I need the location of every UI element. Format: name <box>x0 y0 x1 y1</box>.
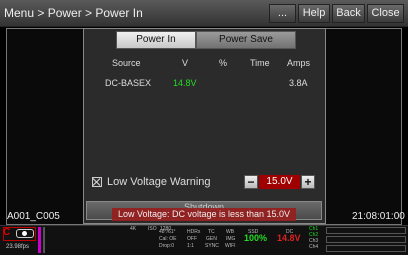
status-cal: Cal: OE <box>159 236 177 242</box>
column-header-percent: % <box>219 58 228 68</box>
column-header-source: Source <box>112 58 141 68</box>
back-button[interactable]: Back <box>332 4 365 23</box>
audio-meter-secondary <box>43 227 45 253</box>
audio-bar-3 <box>326 245 406 252</box>
help-button[interactable]: Help <box>298 4 330 23</box>
fps-readout: 23.98fps <box>6 244 30 250</box>
row-volts: 14.8V <box>173 78 197 88</box>
ssd-percent: 100% <box>244 233 268 243</box>
status-ratio: 1:1 <box>187 243 194 249</box>
status-lens: 48°/61° <box>159 229 176 235</box>
status-4k: 4K <box>130 226 137 232</box>
more-button[interactable]: ... <box>269 4 296 23</box>
tab-power-save[interactable]: Power Save <box>196 31 296 49</box>
column-header-volts: V <box>182 58 189 68</box>
power-tabs: Power In Power Save <box>116 31 296 49</box>
camera-logo-icon: C <box>3 227 11 238</box>
decrement-button[interactable]: − <box>244 175 258 189</box>
audio-bar-1 <box>326 227 406 234</box>
status-drop: Drop:0 <box>159 243 175 249</box>
status-img: IMG <box>226 236 236 242</box>
audio-bar-2 <box>326 236 406 243</box>
low-voltage-value: 15.0V <box>259 175 300 189</box>
status-tc: TC <box>208 229 215 235</box>
tab-power-in[interactable]: Power In <box>116 31 196 49</box>
status-gen: GEN <box>206 236 217 242</box>
timecode: 21:08:01:00 <box>352 211 405 222</box>
channel-4: Ch4 <box>309 244 319 250</box>
close-button[interactable]: Close <box>367 4 404 23</box>
row-amps: 3.8A <box>289 78 308 88</box>
low-voltage-label: Low Voltage Warning <box>107 176 211 188</box>
record-dot-icon <box>22 231 27 236</box>
low-voltage-checkbox[interactable] <box>92 177 102 187</box>
audio-meter <box>38 227 41 253</box>
dc-voltage: 14.8V <box>277 233 301 243</box>
status-off: OFF <box>187 236 197 242</box>
column-header-time: Time <box>250 58 270 68</box>
status-wb: WB <box>226 229 235 235</box>
column-header-amps: Amps <box>287 58 311 68</box>
status-hdrx: HDRx <box>187 229 201 235</box>
increment-button[interactable]: + <box>301 175 315 189</box>
breadcrumb: Menu > Power > Power In <box>4 6 143 20</box>
clip-name: A001_C005 <box>7 211 60 222</box>
status-sync: SYNC <box>205 243 219 249</box>
status-wifi: WIFI <box>225 243 236 249</box>
row-source: DC-BASEX <box>105 78 152 88</box>
status-iso: ISO <box>148 226 157 232</box>
low-voltage-warning: Low Voltage: DC voltage is less than 15.… <box>112 208 296 221</box>
top-bar: Menu > Power > Power In ... Help Back Cl… <box>0 0 408 27</box>
